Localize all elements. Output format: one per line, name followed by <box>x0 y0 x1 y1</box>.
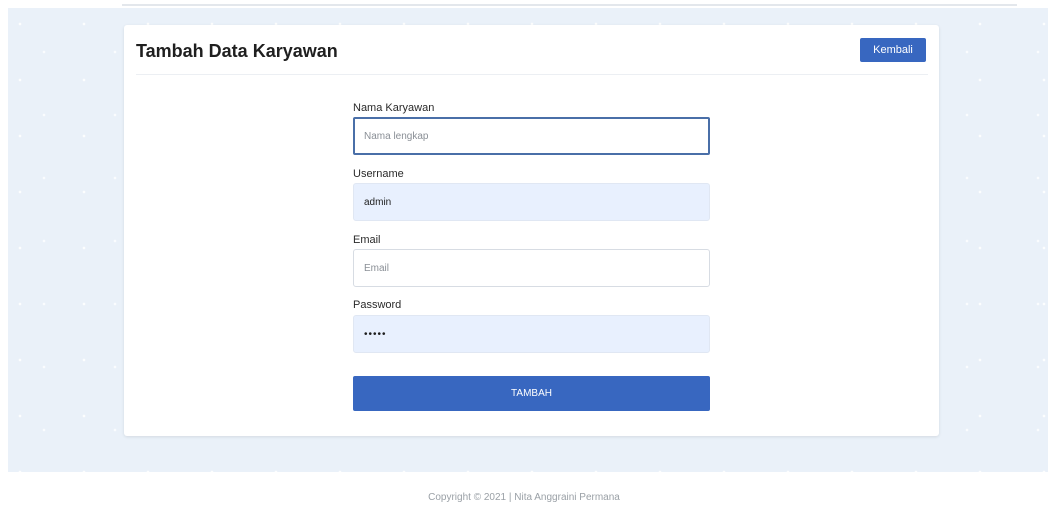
top-divider <box>122 4 1017 6</box>
email-label: Email <box>353 234 381 246</box>
username-input[interactable] <box>353 183 710 221</box>
nama-label: Nama Karyawan <box>353 102 435 114</box>
username-label: Username <box>353 168 404 180</box>
footer-copyright: Copyright © 2021 | Nita Anggraini Perman… <box>428 492 620 503</box>
password-label: Password <box>353 299 402 311</box>
password-input[interactable] <box>353 315 710 353</box>
email-input[interactable] <box>353 249 710 287</box>
nama-input[interactable] <box>353 117 710 155</box>
page-title: Tambah Data Karyawan <box>136 41 338 61</box>
form-card: Tambah Data Karyawan Kembali Nama Karyaw… <box>124 25 939 436</box>
submit-button[interactable]: TAMBAH <box>353 376 710 411</box>
card-header: Tambah Data Karyawan Kembali <box>136 25 928 75</box>
back-button[interactable]: Kembali <box>860 38 926 62</box>
